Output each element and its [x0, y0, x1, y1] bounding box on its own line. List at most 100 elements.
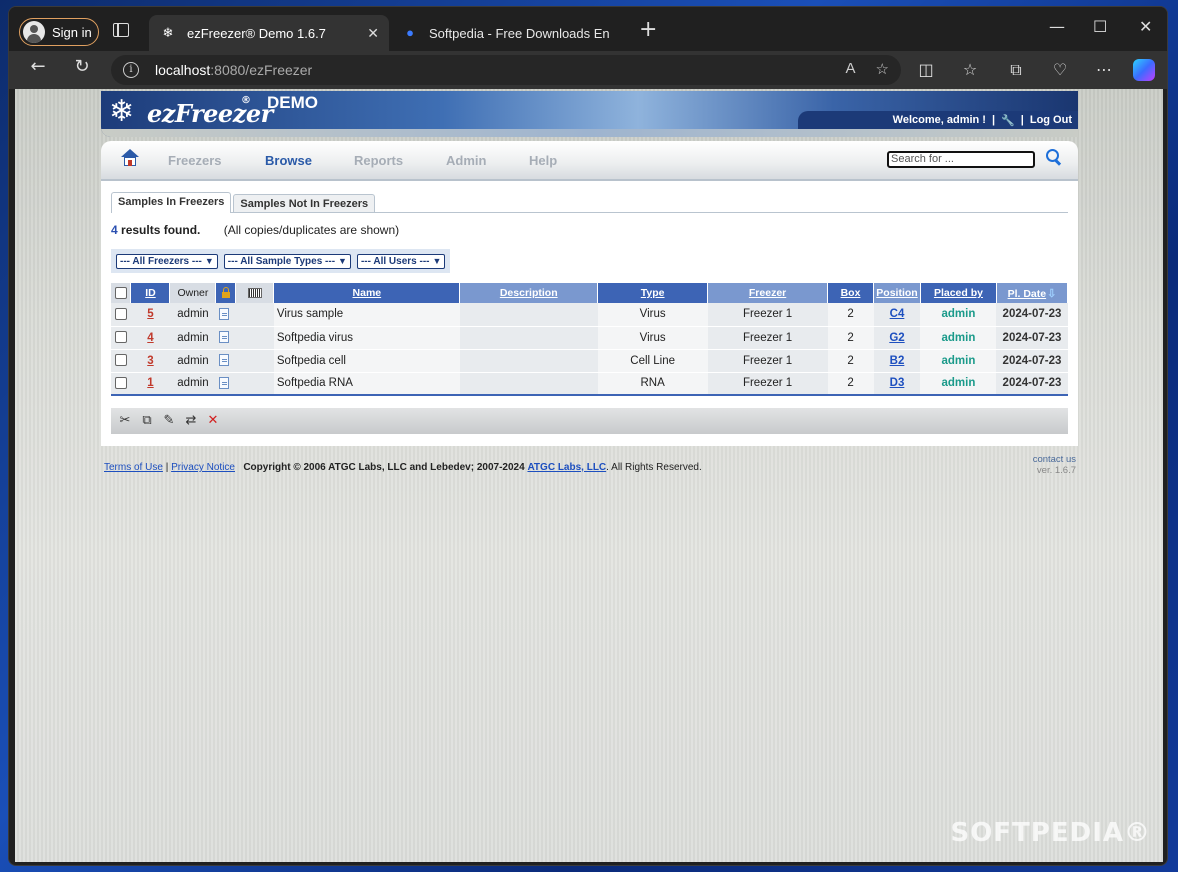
placed-by-link[interactable]: admin [942, 377, 976, 389]
chevron-down-icon: ▼ [204, 256, 214, 266]
content-panel: Samples In Freezers Samples Not In Freez… [101, 181, 1078, 446]
user-filter-select[interactable]: --- All Users --- ▼ [356, 253, 446, 269]
privacy-link[interactable]: Privacy Notice [171, 462, 235, 473]
snowflake-logo-icon: ❄ [109, 94, 135, 129]
lock-icon [221, 287, 230, 298]
header-description[interactable]: Description [459, 283, 599, 303]
placed-by-link[interactable]: admin [942, 308, 976, 320]
back-icon[interactable]: ← [25, 56, 51, 77]
tab-actions-icon[interactable] [113, 23, 129, 37]
browser-essentials-icon[interactable]: ♡ [1049, 60, 1071, 79]
contact-link[interactable]: contact us [1033, 454, 1076, 465]
edit-icon[interactable]: ✎ [161, 413, 177, 429]
copy-icon[interactable]: ⧉ [139, 413, 155, 429]
version-label: ver. 1.6.7 [1036, 465, 1076, 476]
row-checkbox[interactable] [114, 354, 127, 367]
nav-freezers[interactable]: Freezers [168, 153, 221, 168]
type-cell: Virus [597, 303, 708, 327]
document-icon[interactable] [218, 354, 229, 367]
placed-by-link[interactable]: admin [942, 332, 976, 344]
logo-registered: ® [241, 95, 251, 106]
favorites-icon[interactable]: ☆ [959, 60, 981, 79]
tab-samples-not-in-freezers[interactable]: Samples Not In Freezers [233, 194, 376, 212]
url-path: :8080/ezFreezer [210, 62, 313, 78]
terms-link[interactable]: Terms of Use [104, 462, 163, 473]
header-id[interactable]: ID [130, 283, 171, 303]
select-all-checkbox[interactable] [114, 287, 127, 300]
header-pl-date[interactable]: Pl. Date⇩ [996, 283, 1069, 303]
copyright-text: Copyright © 2006 ATGC Labs, LLC and Lebe… [243, 462, 525, 473]
delete-icon[interactable]: ✕ [205, 413, 221, 429]
collections-icon[interactable]: ⧉ [1005, 60, 1027, 80]
wrench-icon[interactable]: 🔧 [1001, 114, 1015, 127]
owner-cell: admin [169, 303, 216, 327]
read-aloud-icon[interactable]: A [846, 60, 856, 78]
document-icon[interactable] [218, 331, 229, 344]
refresh-icon[interactable]: ↻ [69, 56, 95, 77]
minimize-button[interactable]: — [1049, 17, 1065, 36]
nav-admin[interactable]: Admin [446, 153, 486, 168]
info-icon[interactable]: i [123, 62, 139, 78]
freezer-cell: Freezer 1 [707, 349, 828, 373]
row-checkbox[interactable] [114, 331, 127, 344]
header-position[interactable]: Position [873, 283, 921, 303]
cut-icon[interactable]: ✂ [117, 413, 133, 429]
position-link[interactable]: D3 [890, 377, 905, 389]
move-icon[interactable]: ⇄ [183, 413, 199, 429]
header-owner: Owner [169, 283, 217, 303]
new-tab-button[interactable]: + [639, 17, 657, 42]
sample-id-link[interactable]: 4 [147, 332, 153, 344]
browser-window: Sign in ❄ ezFreezer® Demo 1.6.7 ✕ ● Soft… [8, 6, 1168, 866]
row-checkbox[interactable] [114, 377, 127, 390]
maximize-button[interactable]: ☐ [1093, 17, 1107, 36]
close-window-button[interactable]: ✕ [1139, 17, 1152, 36]
freezer-filter-select[interactable]: --- All Freezers --- ▼ [116, 253, 218, 269]
close-tab-icon[interactable]: ✕ [367, 25, 379, 42]
address-bar[interactable]: i localhost:8080/ezFreezer A ☆ [111, 55, 901, 85]
search-input[interactable]: Search for ... [887, 151, 1035, 168]
separator: | [991, 114, 996, 126]
position-link[interactable]: B2 [890, 355, 905, 367]
row-checkbox[interactable] [114, 308, 127, 321]
header-box[interactable]: Box [827, 283, 874, 303]
document-icon[interactable] [218, 377, 229, 390]
softpedia-icon: ● [406, 25, 414, 40]
more-menu-icon[interactable]: ⋯ [1093, 60, 1115, 79]
results-note: (All copies/duplicates are shown) [223, 223, 400, 237]
home-icon[interactable] [121, 149, 139, 167]
nav-browse[interactable]: Browse [265, 153, 312, 168]
sample-type-filter-select[interactable]: --- All Sample Types --- ▼ [223, 253, 351, 269]
filter-value: --- All Freezers --- [120, 255, 202, 267]
sign-in-button[interactable]: Sign in [19, 18, 99, 46]
position-link[interactable]: G2 [889, 332, 904, 344]
search-icon[interactable] [1046, 149, 1061, 164]
owner-cell: admin [169, 372, 216, 396]
split-screen-icon[interactable]: ◫ [915, 60, 937, 79]
owner-cell: admin [169, 326, 216, 350]
tab-softpedia[interactable]: ● Softpedia - Free Downloads Ency [391, 15, 631, 51]
sample-id-link[interactable]: 3 [147, 355, 153, 367]
sample-id-link[interactable]: 5 [147, 308, 153, 320]
description-cell [459, 372, 598, 396]
name-cell: Virus sample [273, 303, 460, 327]
header-placed-by[interactable]: Placed by [920, 283, 997, 303]
url-host: localhost [155, 62, 211, 78]
owner-cell: admin [169, 349, 216, 373]
freezer-cell: Freezer 1 [707, 326, 828, 350]
copilot-icon[interactable] [1133, 59, 1155, 81]
sample-id-link[interactable]: 1 [147, 377, 153, 389]
company-link[interactable]: ATGC Labs, LLC [527, 462, 606, 473]
nav-help[interactable]: Help [529, 153, 557, 168]
favorite-star-icon[interactable]: ☆ [876, 60, 889, 78]
document-icon[interactable] [218, 308, 229, 321]
logout-link[interactable]: Log Out [1030, 114, 1072, 126]
header-name[interactable]: Name [273, 283, 461, 303]
header-type[interactable]: Type [597, 283, 709, 303]
tab-samples-in-freezers[interactable]: Samples In Freezers [111, 192, 232, 213]
tab-ezfreezer[interactable]: ❄ ezFreezer® Demo 1.6.7 ✕ [149, 15, 389, 51]
results-count: 4 [111, 223, 118, 237]
header-freezer[interactable]: Freezer [707, 283, 829, 303]
nav-reports[interactable]: Reports [354, 153, 403, 168]
placed-by-link[interactable]: admin [942, 355, 976, 367]
position-link[interactable]: C4 [890, 308, 905, 320]
